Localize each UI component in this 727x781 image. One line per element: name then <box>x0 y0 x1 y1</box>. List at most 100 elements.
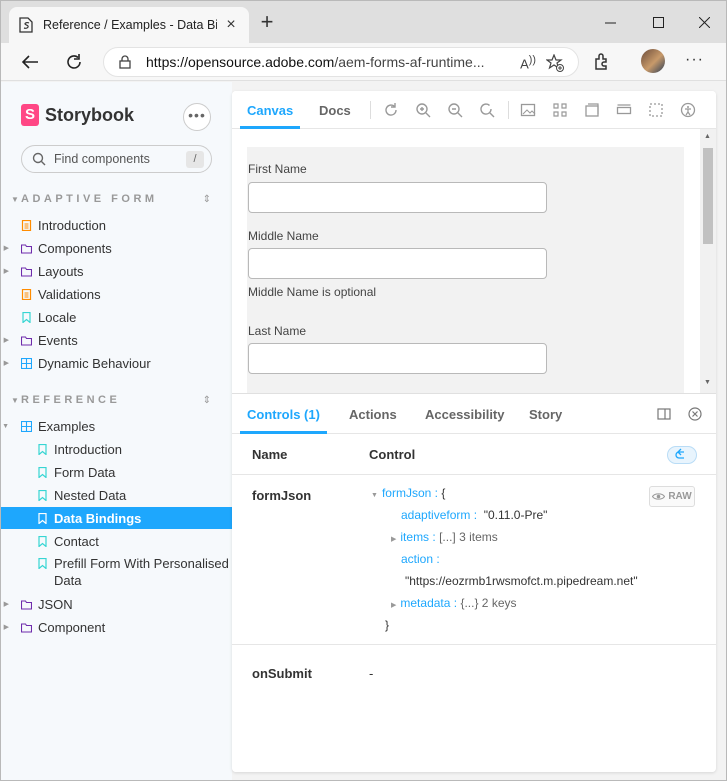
json-open-brace: { <box>441 486 446 500</box>
sidebar-item-label: Nested Data <box>54 487 127 503</box>
url-host: https://opensource.adobe.com <box>146 54 335 70</box>
sidebar-item-events[interactable]: ▶ Events <box>1 329 232 351</box>
sidebar-menu-button[interactable]: ••• <box>183 103 211 131</box>
accessibility-icon[interactable] <box>680 102 696 118</box>
expand-arrow-icon[interactable]: ▶ <box>391 536 396 543</box>
toolbar-divider <box>508 101 509 119</box>
refresh-button[interactable] <box>59 47 89 77</box>
background-icon[interactable] <box>520 102 536 118</box>
first-name-field[interactable] <box>248 182 547 213</box>
minimize-button[interactable] <box>587 7 633 37</box>
json-key[interactable]: items <box>400 530 429 544</box>
minimize-icon <box>604 22 616 23</box>
browser-menu-button[interactable]: ··· <box>685 51 704 69</box>
tab-canvas[interactable]: Canvas <box>240 91 301 129</box>
tab-controls[interactable]: Controls (1) <box>240 394 327 434</box>
expand-all-icon[interactable]: ⇕ <box>203 194 211 205</box>
scroll-down-arrow-icon[interactable]: ▼ <box>704 379 711 386</box>
bookmark-icon <box>38 512 47 524</box>
first-name-label: First Name <box>248 162 307 176</box>
preview-toolbar: Canvas Docs <box>232 91 716 129</box>
sidebar-item-nested-data[interactable]: Nested Data <box>1 484 232 506</box>
sidebar-item-examples[interactable]: ▼ Examples <box>1 415 232 437</box>
tab-docs[interactable]: Docs <box>319 91 351 129</box>
sidebar-item-prefill-form[interactable]: Prefill Form With Personalised Data <box>1 553 232 591</box>
measure-icon[interactable] <box>616 102 632 118</box>
main-panel: Canvas Docs First Name Middle Name Middl… <box>232 91 716 772</box>
close-window-button[interactable] <box>681 7 726 37</box>
browser-tab[interactable]: Reference / Examples - Data Binc × <box>9 7 249 43</box>
json-value[interactable]: {...} 2 keys <box>460 596 516 610</box>
folder-icon <box>21 599 32 610</box>
collapse-arrow-icon: ▼ <box>11 194 19 204</box>
sidebar-item-validations[interactable]: Validations <box>1 283 232 305</box>
sidebar-item-introduction[interactable]: Introduction <box>1 214 232 236</box>
expand-arrow-icon[interactable]: ▶ <box>391 602 396 609</box>
tab-story[interactable]: Story <box>529 394 562 434</box>
sidebar-item-examples-introduction[interactable]: Introduction <box>1 438 232 460</box>
toolbar-divider <box>370 101 371 119</box>
section-adaptive-form[interactable]: ▼ ADAPTIVE FORM ⇕ <box>11 193 211 205</box>
bookmark-icon <box>38 466 47 478</box>
add-favorite-icon[interactable] <box>546 54 564 72</box>
sidebar-item-layouts[interactable]: ▶ Layouts <box>1 260 232 282</box>
sidebar-item-form-data[interactable]: Form Data <box>1 461 232 483</box>
close-tab-icon[interactable]: × <box>223 17 239 33</box>
maximize-button[interactable] <box>635 7 681 37</box>
canvas-scrollbar[interactable]: ▲ ▼ <box>700 129 716 393</box>
sidebar-item-dynamic-behaviour[interactable]: ▶ Dynamic Behaviour <box>1 352 232 374</box>
zoom-out-icon[interactable] <box>447 102 463 118</box>
sidebar-item-label: Prefill Form With Personalised Data <box>54 555 229 589</box>
middle-name-field[interactable] <box>248 248 547 279</box>
scrollbar-thumb[interactable] <box>703 148 713 244</box>
tab-accessibility[interactable]: Accessibility <box>425 394 505 434</box>
json-value[interactable]: "0.11.0-Pre" <box>484 508 548 522</box>
search-input[interactable]: Find components / <box>21 145 212 173</box>
sidebar-item-component[interactable]: ▶ Component <box>1 616 232 638</box>
sidebar-item-label-line1: Prefill Form With Personalised <box>54 556 229 571</box>
json-value[interactable]: [...] 3 items <box>439 530 498 544</box>
search-shortcut-badge: / <box>186 150 204 168</box>
new-tab-button[interactable]: + <box>257 11 277 33</box>
document-icon <box>21 288 32 300</box>
tab-actions[interactable]: Actions <box>349 394 397 434</box>
url-path: /aem-forms-af-runtime... <box>334 54 485 70</box>
viewport-icon[interactable] <box>584 102 600 118</box>
bookmark-icon <box>38 535 47 547</box>
close-panel-icon[interactable] <box>688 407 702 421</box>
sidebar-item-locale[interactable]: Locale <box>1 306 232 328</box>
scroll-up-arrow-icon[interactable]: ▲ <box>704 133 711 140</box>
collapse-arrow-icon[interactable]: ▼ <box>371 492 378 499</box>
sidebar-item-contact[interactable]: Contact <box>1 530 232 552</box>
page-icon <box>19 17 33 33</box>
json-key[interactable]: adaptiveform <box>401 508 470 522</box>
reload-icon[interactable] <box>383 102 399 118</box>
reset-controls-button[interactable] <box>667 446 697 464</box>
storybook-logo[interactable]: S Storybook <box>21 104 134 126</box>
raw-toggle-button[interactable]: RAW <box>649 486 695 507</box>
last-name-field[interactable] <box>248 343 547 374</box>
json-value[interactable]: "https://eozrmb1rwsmofct.m.pipedream.net… <box>405 574 638 588</box>
profile-avatar[interactable] <box>641 49 665 73</box>
json-key[interactable]: action <box>401 552 433 566</box>
maximize-icon <box>652 16 664 28</box>
json-key[interactable]: metadata <box>400 596 450 610</box>
back-button[interactable] <box>15 47 45 77</box>
sidebar-item-json[interactable]: ▶ JSON <box>1 593 232 615</box>
zoom-in-icon[interactable] <box>415 102 431 118</box>
section-title: ADAPTIVE FORM <box>21 193 158 205</box>
expand-all-icon[interactable]: ⇕ <box>203 395 211 406</box>
sidebar-item-data-bindings[interactable]: Data Bindings <box>1 507 232 529</box>
panel-orientation-icon[interactable] <box>657 407 671 421</box>
last-name-label: Last Name <box>248 324 307 338</box>
grid-icon[interactable] <box>552 102 568 118</box>
undo-icon <box>675 448 684 459</box>
outline-icon[interactable] <box>648 102 664 118</box>
section-reference[interactable]: ▼ REFERENCE ⇕ <box>11 394 211 406</box>
json-root-key[interactable]: formJson <box>382 486 431 500</box>
read-aloud-icon[interactable]: A)) <box>520 54 536 71</box>
zoom-reset-icon[interactable] <box>479 102 495 118</box>
extensions-icon[interactable] <box>591 51 613 73</box>
address-bar[interactable]: https://opensource.adobe.com/aem-forms-a… <box>103 47 579 77</box>
sidebar-item-components[interactable]: ▶ Components <box>1 237 232 259</box>
